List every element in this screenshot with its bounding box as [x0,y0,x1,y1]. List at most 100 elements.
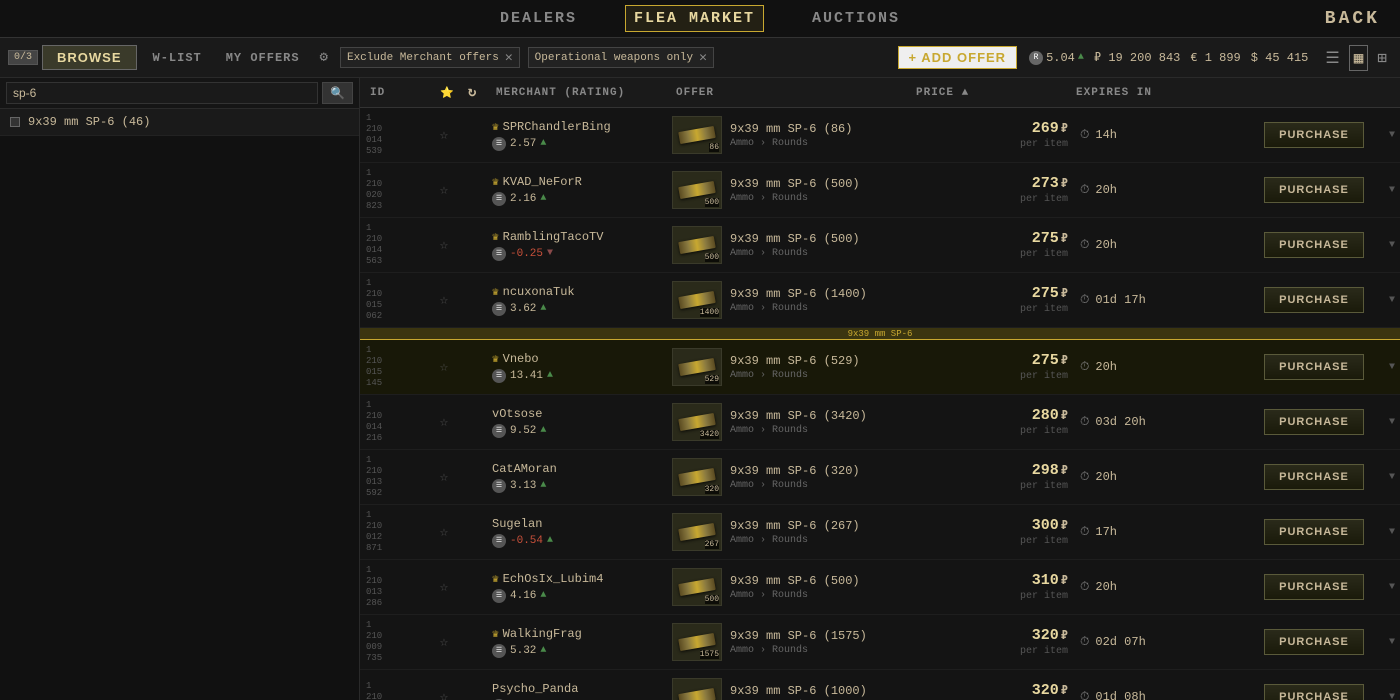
col-expires[interactable]: Expires in [1070,87,1240,99]
rating-value: 3.62 [510,303,536,315]
my-offers-link[interactable]: MY OFFERS [218,47,308,69]
item-image: 267 [672,513,722,551]
wlist-link[interactable]: W-LIST [145,47,210,69]
cell-star[interactable]: ☆ [430,233,458,258]
cell-offer: 500 9x39 mm SP-6 (500) Ammo › Rounds [666,222,914,268]
toolbar-row: 0/3 BROWSE W-LIST MY OFFERS ⚙ Exclude Me… [0,38,1400,78]
search-input[interactable] [6,82,318,104]
table-row: 1210020823 ☆ ♛ KVAD_NeForR ☰ 2.16 ▲ 500 [360,163,1400,218]
expand-arrow-icon[interactable]: ▼ [1389,185,1395,196]
favorite-star-icon[interactable]: ☆ [440,292,448,309]
price-value: 269 ₽ [1032,120,1068,137]
item-image: 320 [672,458,722,496]
favorite-star-icon[interactable]: ☆ [440,579,448,596]
price-number: 275 [1032,285,1059,302]
category-item-sp6[interactable]: 9x39 mm SP-6 (46) [0,109,359,136]
cell-star[interactable]: ☆ [430,465,458,490]
item-name: 9x39 mm SP-6 (500) [730,177,860,191]
cell-star[interactable]: ☆ [430,178,458,203]
cell-id: 1210014539 [360,109,430,160]
cell-star[interactable]: ☆ [430,630,458,655]
expand-arrow-icon[interactable]: ▼ [1389,130,1395,141]
expand-arrow-icon[interactable]: ▼ [1389,295,1395,306]
merchant-rating: ☰ 13.41 ▲ [492,369,553,383]
cell-star[interactable]: ☆ [430,355,458,380]
ammo-bullet-graphic [678,126,716,144]
id-num: 210 [366,356,382,367]
purchase-button[interactable]: PURCHASE [1264,464,1364,490]
item-name: 9x39 mm SP-6 (1575) [730,629,867,643]
col-price[interactable]: Price ▲ [910,87,1070,99]
id-num: 1 [366,345,371,356]
purchase-button[interactable]: PURCHASE [1264,409,1364,435]
cell-merchant: Sugelan ☰ -0.54 ▲ [486,513,666,552]
cell-expires: ⏱ 01d 17h [1074,289,1244,311]
purchase-button[interactable]: PURCHASE [1264,519,1364,545]
favorite-star-icon[interactable]: ☆ [440,634,448,651]
cell-expires: ⏱ 17h [1074,521,1244,543]
cell-star[interactable]: ☆ [430,520,458,545]
expand-arrow-icon[interactable]: ▼ [1389,637,1395,648]
item-info: 9x39 mm SP-6 (500) Ammo › Rounds [730,232,860,259]
cell-star[interactable]: ☆ [430,410,458,435]
settings-icon[interactable]: ⚙ [316,45,332,70]
add-offer-button[interactable]: + ADD OFFER [898,46,1018,69]
favorite-star-icon[interactable]: ☆ [440,469,448,486]
purchase-button[interactable]: PURCHASE [1264,684,1364,700]
tab-flea-market[interactable]: FLEA MARKET [625,5,764,32]
search-button[interactable]: 🔍 [322,82,353,104]
cell-expand: ▼ [1384,523,1400,542]
cell-merchant: ♛ Vnebo ☰ 13.41 ▲ [486,348,666,387]
favorite-star-icon[interactable]: ☆ [440,689,448,700]
purchase-button[interactable]: PURCHASE [1264,177,1364,203]
cell-expires: ⏱ 01d 08h [1074,686,1244,700]
col-offer[interactable]: Offer [670,87,910,99]
cell-refresh [458,186,486,194]
expand-arrow-icon[interactable]: ▼ [1389,417,1395,428]
back-button[interactable]: BACK [1325,9,1380,29]
compact-view-icon[interactable]: ⊞ [1372,45,1392,71]
col-refresh[interactable]: ↻ [462,84,490,101]
favorite-star-icon[interactable]: ☆ [440,524,448,541]
price-number: 298 [1032,462,1059,479]
expand-arrow-icon[interactable]: ▼ [1389,527,1395,538]
purchase-button[interactable]: PURCHASE [1264,122,1364,148]
col-merchant[interactable]: Merchant (rating) [490,87,670,99]
filter-close-merchant[interactable]: ✕ [505,50,513,65]
purchase-button[interactable]: PURCHASE [1264,574,1364,600]
table-row: 1210009735 ☆ ♛ WalkingFrag ☰ 5.32 ▲ 1575 [360,615,1400,670]
purchase-button[interactable]: PURCHASE [1264,354,1364,380]
favorite-star-icon[interactable]: ☆ [440,414,448,431]
merchant-username: RamblingTacoTV [503,230,604,244]
expand-arrow-icon[interactable]: ▼ [1389,472,1395,483]
favorite-star-icon[interactable]: ☆ [440,127,448,144]
favorite-star-icon[interactable]: ☆ [440,237,448,254]
cell-offer: 3420 9x39 mm SP-6 (3420) Ammo › Rounds [666,399,914,445]
cell-refresh [458,363,486,371]
favorite-star-icon[interactable]: ☆ [440,359,448,376]
cell-star[interactable]: ☆ [430,575,458,600]
cell-offer: 500 9x39 mm SP-6 (500) Ammo › Rounds [666,564,914,610]
expand-arrow-icon[interactable]: ▼ [1389,582,1395,593]
purchase-button[interactable]: PURCHASE [1264,232,1364,258]
tab-dealers[interactable]: DEALERS [492,6,585,31]
filter-close-operational[interactable]: ✕ [699,50,707,65]
price-value: 298 ₽ [1032,462,1068,479]
refresh-icon[interactable]: ↻ [468,84,477,101]
grid-view-icon[interactable]: ▦ [1349,45,1369,71]
browse-button[interactable]: BROWSE [42,45,137,70]
purchase-button[interactable]: PURCHASE [1264,629,1364,655]
cell-star[interactable]: ☆ [430,123,458,148]
expand-arrow-icon[interactable]: ▼ [1389,362,1395,373]
favorite-star-icon[interactable]: ☆ [440,182,448,199]
main-layout: 🔍 9x39 mm SP-6 (46) ID ⭐ ↻ Merchant (rat… [0,78,1400,700]
id-num: 014 [366,135,382,146]
expand-arrow-icon[interactable]: ▼ [1389,240,1395,251]
cell-star[interactable]: ☆ [430,288,458,313]
list-view-icon[interactable]: ☰ [1320,45,1344,71]
rub-sign-icon: ₽ [1061,408,1068,423]
expand-arrow-icon[interactable]: ▼ [1389,692,1395,700]
tab-auctions[interactable]: AUCTIONS [804,6,908,31]
purchase-button[interactable]: PURCHASE [1264,287,1364,313]
cell-star[interactable]: ☆ [430,685,458,700]
